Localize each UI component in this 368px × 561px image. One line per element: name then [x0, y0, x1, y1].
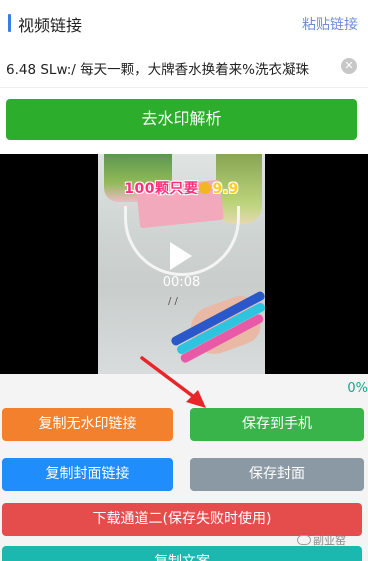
video-caption-price: 9.9 — [212, 181, 239, 197]
parse-button[interactable]: 去水印解析 — [6, 99, 357, 140]
header-accent-bar — [8, 14, 11, 32]
copy-no-watermark-link-button[interactable]: 复制无水印链接 — [2, 408, 173, 441]
watermark-text: 副业窑 — [313, 534, 346, 547]
video-caption: 100颗只要 9.9 — [98, 178, 265, 198]
video-timer: 00:08 — [162, 275, 201, 290]
save-cover-button[interactable]: 保存封面 — [190, 458, 364, 491]
header: 视频链接 粘贴链接 — [0, 0, 368, 46]
video-player[interactable]: 100颗只要 9.9 00:08 / / — [0, 154, 368, 374]
link-input-row — [0, 50, 368, 88]
red-arrow-annotation — [140, 356, 206, 408]
video-caption-text: 100颗只要 — [124, 181, 199, 197]
page-title: 视频链接 — [18, 16, 83, 35]
watermark: 副业窑 — [297, 532, 346, 548]
copy-text-button[interactable]: 复制文案 — [2, 546, 362, 561]
video-scribble: / / — [168, 296, 178, 307]
wechat-icon — [297, 535, 311, 545]
pens-image — [162, 290, 265, 365]
paste-link-button[interactable]: 粘贴链接 — [302, 14, 358, 34]
play-icon[interactable] — [170, 242, 192, 270]
save-to-phone-button[interactable]: 保存到手机 — [190, 408, 364, 441]
link-input[interactable] — [6, 56, 336, 80]
download-progress: 0% — [347, 381, 368, 396]
page: 视频链接 粘贴链接 ✕ 去水印解析 100颗只要 9.9 00:08 / / — [0, 0, 368, 561]
clear-icon[interactable]: ✕ — [341, 58, 357, 74]
video-frame: 100颗只要 9.9 00:08 / / — [98, 154, 265, 374]
money-bag-icon — [199, 182, 212, 194]
copy-cover-link-button[interactable]: 复制封面链接 — [2, 458, 173, 491]
